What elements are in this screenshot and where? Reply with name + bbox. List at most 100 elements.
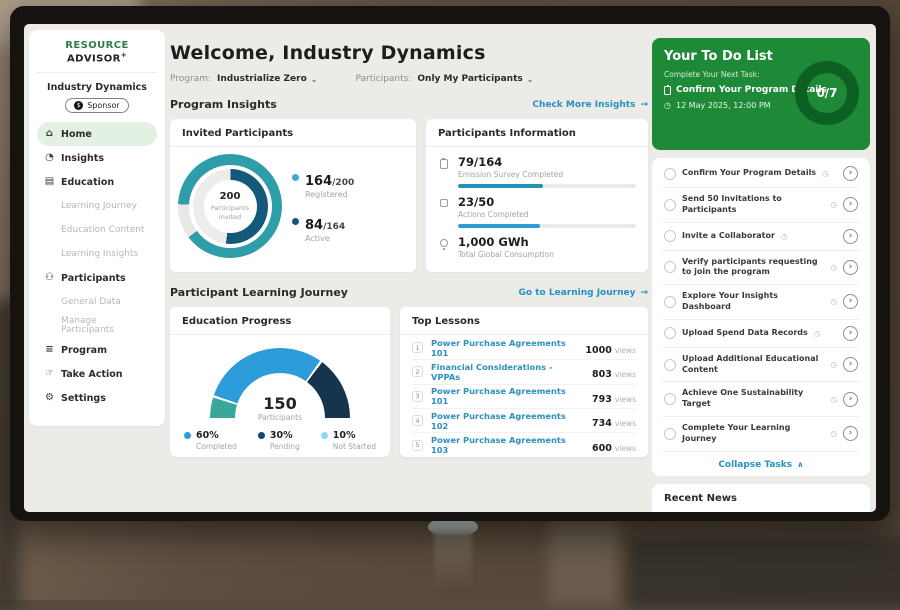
rank-badge: 4: [412, 415, 423, 426]
stat-global-consumption: 1,000 GWh Total Global Consumption: [438, 235, 636, 259]
task-checkbox[interactable]: [664, 359, 676, 371]
sidebar-item-learning-insights[interactable]: Learning Insights: [37, 242, 157, 266]
timer-icon: ◷: [814, 329, 821, 338]
task-checkbox[interactable]: [664, 168, 676, 180]
check-more-insights-link[interactable]: Check More Insights →: [532, 100, 648, 110]
sidebar-item-insights[interactable]: ◔ Insights: [37, 146, 157, 170]
education-progress-card: Education Progress 150 Participants 60%C…: [170, 307, 390, 457]
timer-icon: ◷: [830, 360, 837, 369]
top-lessons-card: Top Lessons 1 Power Purchase Agreements …: [400, 307, 648, 457]
invited-donut-chart: 200 Participants Invited: [178, 154, 282, 258]
task-chevron-button[interactable]: ›: [843, 260, 858, 275]
task-row[interactable]: Complete Your Learning Journey ◷ ›: [662, 417, 860, 452]
chevron-up-icon: ∧: [797, 460, 804, 469]
chevron-down-icon: ⌄: [527, 75, 534, 84]
task-chevron-button[interactable]: ›: [843, 294, 858, 309]
participants-select[interactable]: Only My Participants ⌄: [417, 74, 533, 84]
home-icon: ⌂: [44, 129, 55, 139]
timer-icon: ◷: [830, 429, 837, 438]
brand-logo: RESOURCE ADVISOR+: [37, 40, 157, 73]
sidebar-item-label: Settings: [61, 394, 106, 404]
sidebar-item-participants[interactable]: ⚇ Participants: [37, 266, 157, 290]
task-chevron-button[interactable]: ›: [843, 197, 858, 212]
lesson-link[interactable]: Financial Considerations - VPPAs: [431, 362, 584, 382]
stat-actions-completed: 23/50 Actions Completed: [438, 195, 636, 228]
sidebar-item-label: Education: [61, 178, 114, 188]
task-chevron-button[interactable]: ›: [843, 326, 858, 341]
task-checkbox[interactable]: [664, 261, 676, 273]
sidebar-item-education[interactable]: ▤ Education: [37, 170, 157, 194]
completed-dot-icon: [184, 432, 191, 439]
card-title: Participants Information: [426, 119, 648, 147]
task-chevron-button[interactable]: ›: [843, 357, 858, 372]
task-row[interactable]: Upload Additional Educational Content ◷ …: [662, 348, 860, 383]
sidebar-item-manage-participants[interactable]: Manage Participants: [37, 314, 157, 338]
task-checkbox[interactable]: [664, 327, 676, 339]
sidebar-item-general-data[interactable]: General Data: [37, 290, 157, 314]
progress-bar: [458, 224, 636, 228]
program-select[interactable]: Industrialize Zero ⌄: [217, 74, 317, 84]
registered-dot-icon: [292, 174, 299, 181]
sidebar-item-label: Manage Participants: [61, 317, 150, 335]
program-filter-label: Program:: [170, 74, 211, 84]
recent-news-title: Recent News: [664, 493, 858, 512]
task-row[interactable]: Explore Your Insights Dashboard ◷ ›: [662, 285, 860, 320]
task-chevron-button[interactable]: ›: [843, 229, 858, 244]
actions-icon: [440, 199, 448, 207]
sponsor-label: Sponsor: [87, 101, 119, 110]
donut-center-value: 200: [220, 191, 241, 202]
lesson-row: 4 Power Purchase Agreements 102 734views: [412, 409, 636, 433]
education-icon: ▤: [44, 177, 55, 187]
sidebar-item-label: Education Content: [61, 226, 144, 235]
timer-icon: ◷: [830, 200, 837, 209]
lesson-link[interactable]: Power Purchase Agreements 101: [431, 386, 584, 406]
not-started-dot-icon: [321, 432, 328, 439]
task-checkbox[interactable]: [664, 428, 676, 440]
gear-icon: ⚙: [44, 393, 55, 403]
sidebar-item-settings[interactable]: ⚙ Settings: [37, 386, 157, 410]
task-row[interactable]: Invite a Collaborator ◷ ›: [662, 223, 860, 251]
participants-information-card: Participants Information 79/164 Emission…: [426, 119, 648, 272]
task-checkbox[interactable]: [664, 296, 676, 308]
timer-icon: ◷: [830, 263, 837, 272]
sidebar-item-home[interactable]: ⌂ Home: [37, 122, 157, 146]
task-row[interactable]: Achieve One Sustainability Target ◷ ›: [662, 382, 860, 417]
sidebar-item-program[interactable]: ≡ Program: [37, 338, 157, 362]
card-title: Invited Participants: [170, 119, 416, 147]
sidebar-item-education-content[interactable]: Education Content: [37, 218, 157, 242]
progress-bar: [458, 184, 636, 188]
task-chevron-button[interactable]: ›: [843, 392, 858, 407]
todo-summary-card: Your To Do List Complete Your Next Task:…: [652, 38, 870, 150]
arrow-right-icon: →: [640, 100, 648, 110]
sidebar-item-learning-journey[interactable]: Learning Journey: [37, 194, 157, 218]
org-name: Industry Dynamics: [37, 82, 157, 93]
brand-secondary: ADVISOR: [67, 53, 121, 64]
clipboard-icon: [664, 86, 671, 95]
stat-emission-survey: 79/164 Emission Survey Completed: [438, 155, 636, 188]
insights-icon: ◔: [44, 153, 55, 163]
task-row[interactable]: Confirm Your Program Details ◷ ›: [662, 160, 860, 188]
sidebar-nav: ⌂ Home ◔ Insights ▤ Education Learning J…: [37, 122, 157, 410]
active-dot-icon: [292, 218, 299, 225]
task-row[interactable]: Upload Spend Data Records ◷ ›: [662, 320, 860, 348]
lesson-link[interactable]: Power Purchase Agreements 103: [431, 435, 584, 455]
task-row[interactable]: Verify participants requesting to join t…: [662, 251, 860, 286]
go-to-learning-journey-link[interactable]: Go to Learning Journey →: [519, 288, 648, 298]
arrow-right-icon: →: [640, 288, 648, 298]
sidebar-item-take-action[interactable]: ☞ Take Action: [37, 362, 157, 386]
task-checkbox[interactable]: [664, 230, 676, 242]
program-insights-title: Program Insights: [170, 98, 277, 111]
task-checkbox[interactable]: [664, 393, 676, 405]
sidebar-item-label: Participants: [61, 274, 126, 284]
gauge-center-label: Participants: [210, 413, 350, 422]
sidebar-item-label: General Data: [61, 298, 121, 307]
task-chevron-button[interactable]: ›: [843, 166, 858, 181]
donut-center-label: Participants Invited: [209, 204, 251, 221]
lesson-link[interactable]: Power Purchase Agreements 101: [431, 338, 577, 358]
task-row[interactable]: Send 50 Invitations to Participants ◷ ›: [662, 188, 860, 223]
collapse-tasks-link[interactable]: Collapse Tasks ∧: [662, 452, 860, 475]
task-chevron-button[interactable]: ›: [843, 426, 858, 441]
clock-icon: ◷: [664, 101, 671, 110]
lesson-link[interactable]: Power Purchase Agreements 102: [431, 411, 584, 431]
task-checkbox[interactable]: [664, 199, 676, 211]
